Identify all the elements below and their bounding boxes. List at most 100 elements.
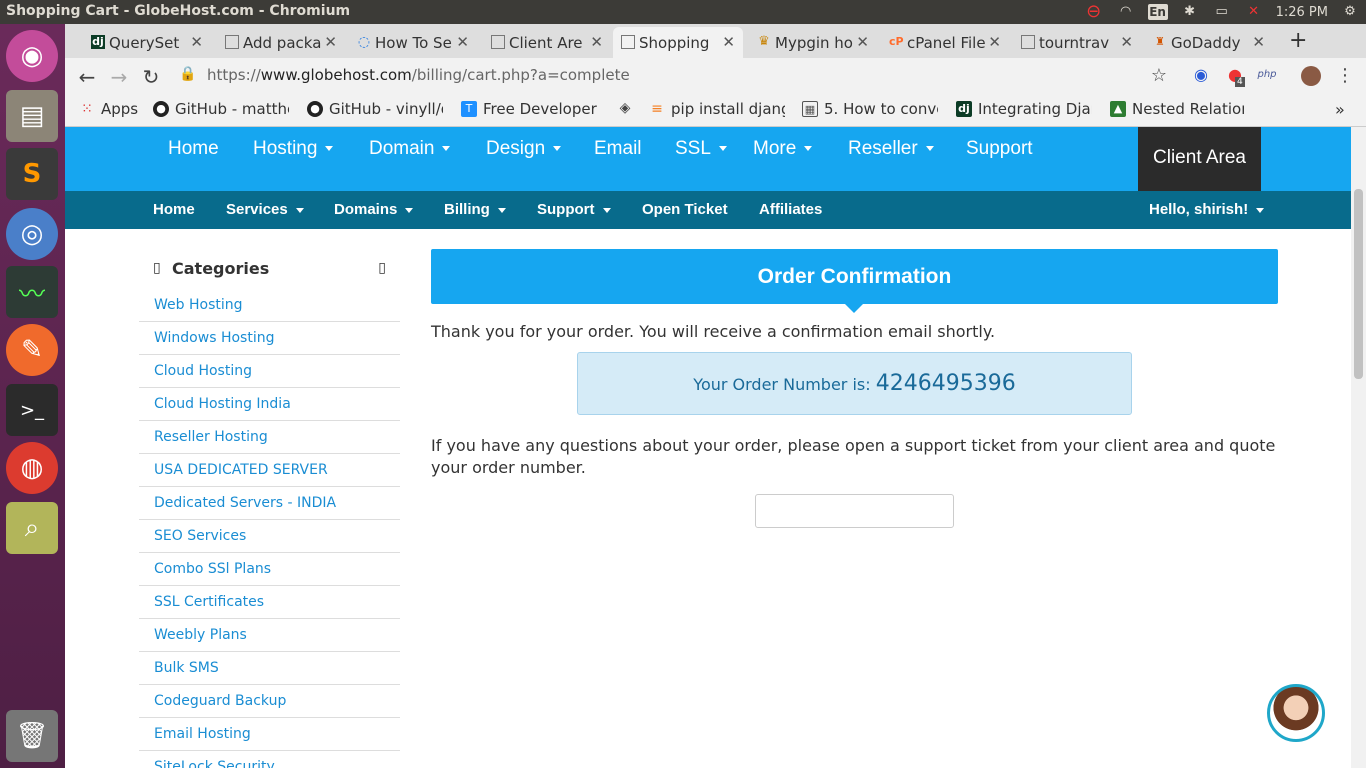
ubuntu-dash-icon[interactable]: ◉ — [6, 30, 58, 82]
php-extension-icon[interactable]: php — [1255, 69, 1279, 80]
user-menu[interactable]: Hello, shirish! — [1149, 201, 1265, 218]
close-icon[interactable]: ✕ — [1120, 33, 1133, 51]
nav-more[interactable]: More — [753, 138, 813, 160]
bookmark-nested-relations[interactable]: ▲ Nested Relations — [1110, 100, 1244, 118]
forward-arrow-icon[interactable]: → — [107, 65, 131, 89]
category-reseller-hosting[interactable]: Reseller Hosting — [139, 421, 400, 454]
nav-design[interactable]: Design — [486, 138, 562, 160]
terminal-icon[interactable]: >_ — [6, 384, 58, 436]
nav-support[interactable]: Support — [966, 138, 1033, 160]
page-scrollbar[interactable] — [1351, 127, 1366, 768]
chromium-icon[interactable]: ◎ — [6, 208, 58, 260]
address-bar[interactable]: https://www.globehost.com/billing/cart.p… — [207, 66, 630, 84]
system-monitor-icon[interactable]: 〰 — [6, 266, 58, 318]
diamond-icon: ◈ — [619, 100, 631, 116]
tab-mypgin[interactable]: ♛ Mypgin ho ✕ — [749, 27, 877, 58]
bookmark-apps[interactable]: ⁙ Apps — [79, 100, 138, 118]
nav-reseller[interactable]: Reseller — [848, 138, 934, 160]
tab-how-to[interactable]: ◌ How To Se ✕ — [349, 27, 477, 58]
no-entry-icon[interactable]: ⊖ — [1084, 3, 1104, 21]
reload-icon[interactable]: ↻ — [139, 65, 163, 89]
caret-down-icon — [497, 207, 506, 213]
settings-gear-icon[interactable]: ⚙ — [1340, 4, 1360, 20]
battery-icon[interactable]: ▭ — [1212, 4, 1232, 20]
subnav-open-ticket[interactable]: Open Ticket — [642, 201, 728, 218]
collapse-icon[interactable]: ▯ — [378, 260, 386, 276]
tab-client-area[interactable]: Client Are ✕ — [483, 27, 611, 58]
nav-home[interactable]: Home — [168, 138, 219, 160]
bookmark-integrating-django[interactable]: dj Integrating Djan — [956, 100, 1092, 118]
categories-heading[interactable]: ▯ Categories ▯ — [139, 249, 400, 289]
category-usa-dedicated-server[interactable]: USA DEDICATED SERVER — [139, 454, 400, 487]
tab-godaddy[interactable]: ♜ GoDaddy ✕ — [1145, 27, 1273, 58]
close-icon[interactable]: ✕ — [988, 33, 1001, 51]
chrome-icon[interactable]: ◍ — [6, 442, 58, 494]
bookmark-how-to-convert[interactable]: ▦ 5. How to conver — [802, 100, 938, 118]
profile-avatar[interactable] — [1301, 66, 1321, 86]
nav-hosting[interactable]: Hosting — [253, 138, 334, 160]
close-icon[interactable]: ✕ — [456, 33, 469, 51]
postman-icon[interactable]: ✎ — [6, 324, 58, 376]
tab-queryset[interactable]: dj QuerySet ✕ — [83, 27, 211, 58]
keyboard-layout-indicator[interactable]: En — [1147, 4, 1168, 20]
category-sitelock-security[interactable]: SiteLock Security — [139, 751, 400, 768]
document-viewer-icon[interactable]: ⌕ — [6, 502, 58, 554]
volume-muted-icon[interactable]: ✕ — [1244, 4, 1264, 20]
tab-cpanel[interactable]: cP cPanel File ✕ — [881, 27, 1009, 58]
nav-email[interactable]: Email — [594, 138, 642, 160]
category-combo-ssl-plans[interactable]: Combo SSl Plans — [139, 553, 400, 586]
category-email-hosting[interactable]: Email Hosting — [139, 718, 400, 751]
extension-icon[interactable]: ◉ — [1189, 65, 1213, 84]
subnav-billing[interactable]: Billing — [444, 201, 506, 218]
category-windows-hosting[interactable]: Windows Hosting — [139, 322, 400, 355]
wifi-icon[interactable]: ◠ — [1116, 4, 1136, 20]
document-icon — [225, 35, 239, 49]
close-icon[interactable]: ✕ — [722, 33, 735, 51]
category-ssl-certificates[interactable]: SSL Certificates — [139, 586, 400, 619]
bluetooth-icon[interactable]: ✱ — [1180, 4, 1200, 20]
subnav-support[interactable]: Support — [537, 201, 611, 218]
scrollbar-thumb[interactable] — [1354, 189, 1363, 379]
subnav-services[interactable]: Services — [226, 201, 304, 218]
close-icon[interactable]: ✕ — [856, 33, 869, 51]
close-icon[interactable]: ✕ — [590, 33, 603, 51]
category-weebly-plans[interactable]: Weebly Plans — [139, 619, 400, 652]
client-area-button[interactable]: Client Area — [1138, 127, 1261, 191]
bookmark-pip-install[interactable]: ≡ pip install djang — [649, 100, 785, 118]
bookmarks-overflow-icon[interactable]: » — [1335, 100, 1345, 119]
new-tab-icon[interactable]: + — [1289, 28, 1307, 53]
extension-badge-icon[interactable]: ● 4 — [1223, 65, 1247, 87]
category-cloud-hosting-india[interactable]: Cloud Hosting India — [139, 388, 400, 421]
close-icon[interactable]: ✕ — [324, 33, 337, 51]
continue-button[interactable] — [755, 494, 954, 528]
category-web-hosting[interactable]: Web Hosting — [139, 289, 400, 322]
subnav-affiliates[interactable]: Affiliates — [759, 201, 822, 218]
nav-domain[interactable]: Domain — [369, 138, 451, 160]
category-dedicated-servers-india[interactable]: Dedicated Servers - INDIA — [139, 487, 400, 520]
trash-icon[interactable]: 🗑 — [6, 710, 58, 762]
clock[interactable]: 1:26 PM — [1276, 5, 1328, 20]
live-chat-avatar[interactable] — [1267, 684, 1325, 742]
tab-tourntrav[interactable]: tourntrav ✕ — [1013, 27, 1141, 58]
bookmark-star-icon[interactable]: ☆ — [1147, 65, 1171, 86]
subnav-domains[interactable]: Domains — [334, 201, 414, 218]
subnav-home[interactable]: Home — [153, 201, 195, 218]
bookmark-github-vinyll[interactable]: ● GitHub - vinyll/dj — [307, 100, 443, 118]
bookmark-github-matthew[interactable]: ● GitHub - matthe — [153, 100, 289, 118]
category-bulk-sms[interactable]: Bulk SMS — [139, 652, 400, 685]
tab-add-package[interactable]: Add packa ✕ — [217, 27, 345, 58]
menu-icon[interactable]: ⋮ — [1333, 65, 1357, 86]
bookmark-free-developer[interactable]: T Free Developer a — [461, 100, 597, 118]
back-arrow-icon[interactable]: ← — [75, 65, 99, 89]
bookmark-diamond[interactable]: ◈ — [617, 100, 639, 116]
close-icon[interactable]: ✕ — [1252, 33, 1265, 51]
file-manager-icon[interactable]: ▤ — [6, 90, 58, 142]
category-cloud-hosting[interactable]: Cloud Hosting — [139, 355, 400, 388]
sublime-text-icon[interactable]: S — [6, 148, 58, 200]
nav-ssl[interactable]: SSL — [675, 138, 727, 160]
category-seo-services[interactable]: SEO Services — [139, 520, 400, 553]
close-icon[interactable]: ✕ — [190, 33, 203, 51]
category-codeguard-backup[interactable]: Codeguard Backup — [139, 685, 400, 718]
tab-shopping-cart[interactable]: Shopping ✕ — [613, 27, 743, 58]
github-icon: ● — [153, 101, 169, 117]
